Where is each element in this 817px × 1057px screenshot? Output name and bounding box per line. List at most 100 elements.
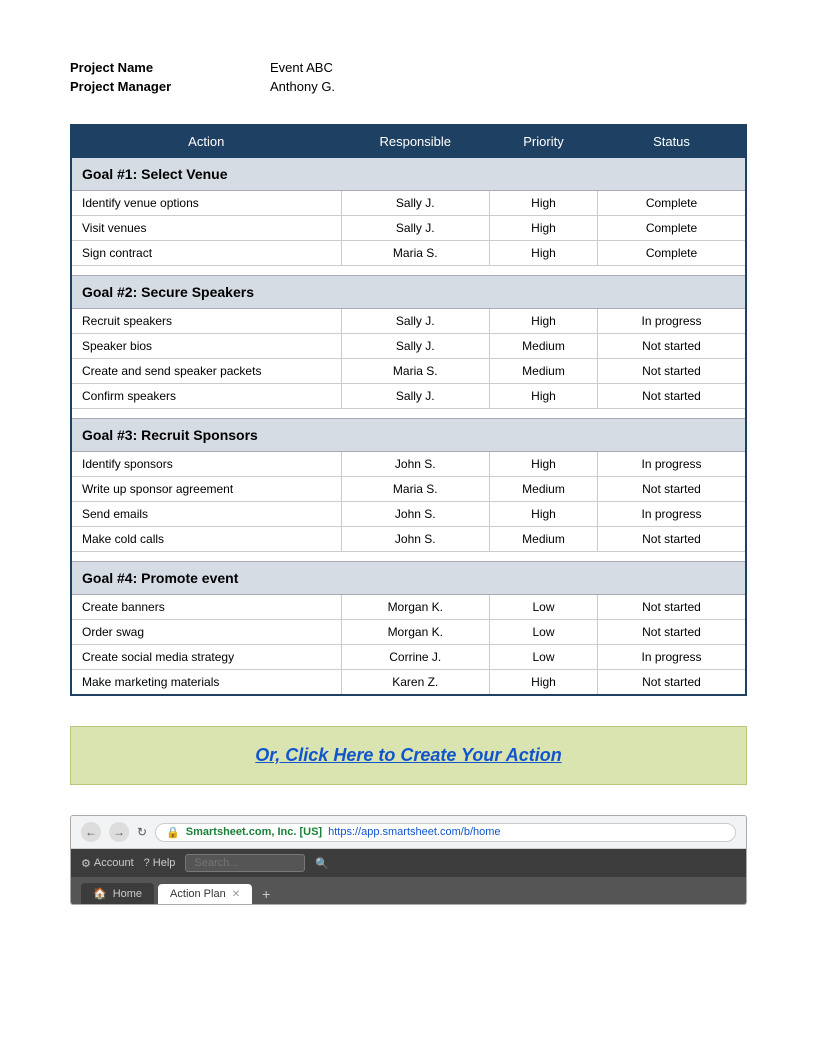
cell-status: In progress <box>598 452 747 477</box>
cell-responsible: Sally J. <box>341 191 490 216</box>
cell-responsible: Corrine J. <box>341 645 490 670</box>
cell-action: Create banners <box>71 595 341 620</box>
cell-action: Sign contract <box>71 241 341 266</box>
spacer-row <box>71 266 746 276</box>
spacer-row <box>71 552 746 562</box>
cell-priority: Medium <box>490 477 598 502</box>
cell-status: In progress <box>598 309 747 334</box>
table-row: Confirm speakersSally J.HighNot started <box>71 384 746 409</box>
cell-action: Visit venues <box>71 216 341 241</box>
table-row: Create and send speaker packetsMaria S.M… <box>71 359 746 384</box>
goal-row-4: Goal #4: Promote event <box>71 562 746 595</box>
cell-responsible: John S. <box>341 502 490 527</box>
cell-responsible: Morgan K. <box>341 620 490 645</box>
header-action: Action <box>71 125 341 158</box>
table-row: Identify venue optionsSally J.HighComple… <box>71 191 746 216</box>
cell-action: Create and send speaker packets <box>71 359 341 384</box>
toolbar-help[interactable]: ? Help <box>144 857 176 869</box>
page-container: Project Name Event ABC Project Manager A… <box>0 0 817 1057</box>
cell-action: Create social media strategy <box>71 645 341 670</box>
cell-responsible: John S. <box>341 452 490 477</box>
cell-responsible: Karen Z. <box>341 670 490 696</box>
click-here-link[interactable]: Or, Click Here to Create Your Action <box>255 745 561 765</box>
cell-status: In progress <box>598 502 747 527</box>
cell-priority: High <box>490 670 598 696</box>
cell-status: Complete <box>598 191 747 216</box>
cell-action: Make cold calls <box>71 527 341 552</box>
cell-priority: High <box>490 191 598 216</box>
tab-action-plan[interactable]: Action Plan ✕ <box>158 884 252 904</box>
cell-priority: High <box>490 452 598 477</box>
project-name-row: Project Name Event ABC <box>70 60 747 75</box>
click-here-section[interactable]: Or, Click Here to Create Your Action <box>70 726 747 785</box>
project-name-value: Event ABC <box>270 60 333 75</box>
cell-status: Not started <box>598 477 747 502</box>
address-bar: ← → ↻ 🔒 Smartsheet.com, Inc. [US] https:… <box>71 816 746 849</box>
cell-priority: High <box>490 241 598 266</box>
company-name: Smartsheet.com, Inc. [US] <box>186 826 322 838</box>
cell-priority: Medium <box>490 359 598 384</box>
url-bar[interactable]: 🔒 Smartsheet.com, Inc. [US] https://app.… <box>155 823 736 842</box>
cell-priority: High <box>490 309 598 334</box>
project-name-label: Project Name <box>70 60 270 75</box>
cell-action: Recruit speakers <box>71 309 341 334</box>
goal-title-1: Goal #1: Select Venue <box>71 158 746 191</box>
cell-status: Not started <box>598 595 747 620</box>
cell-priority: High <box>490 502 598 527</box>
cell-action: Write up sponsor agreement <box>71 477 341 502</box>
search-input[interactable] <box>185 854 305 872</box>
cell-responsible: John S. <box>341 527 490 552</box>
spacer-row <box>71 409 746 419</box>
cell-action: Send emails <box>71 502 341 527</box>
cell-action: Identify venue options <box>71 191 341 216</box>
cell-priority: High <box>490 384 598 409</box>
cell-status: Complete <box>598 216 747 241</box>
header-status: Status <box>598 125 747 158</box>
cell-responsible: Maria S. <box>341 241 490 266</box>
cell-action: Make marketing materials <box>71 670 341 696</box>
toolbar-account[interactable]: ⚙ Account <box>81 857 134 870</box>
browser-tabs: 🏠 Home Action Plan ✕ + <box>71 878 746 904</box>
search-icon[interactable]: 🔍 <box>315 857 329 870</box>
cell-priority: Low <box>490 645 598 670</box>
project-info: Project Name Event ABC Project Manager A… <box>70 60 747 94</box>
cell-action: Identify sponsors <box>71 452 341 477</box>
cell-status: Not started <box>598 527 747 552</box>
cell-priority: Low <box>490 595 598 620</box>
cell-status: Not started <box>598 384 747 409</box>
table-row: Create bannersMorgan K.LowNot started <box>71 595 746 620</box>
goal-title-2: Goal #2: Secure Speakers <box>71 276 746 309</box>
table-row: Recruit speakersSally J.HighIn progress <box>71 309 746 334</box>
cell-responsible: Sally J. <box>341 334 490 359</box>
forward-button[interactable]: → <box>109 822 129 842</box>
tab-home[interactable]: 🏠 Home <box>81 883 154 904</box>
table-row: Write up sponsor agreementMaria S.Medium… <box>71 477 746 502</box>
cell-status: Not started <box>598 359 747 384</box>
cell-responsible: Sally J. <box>341 309 490 334</box>
cell-responsible: Sally J. <box>341 384 490 409</box>
tab-action-plan-label: Action Plan <box>170 888 226 900</box>
cell-status: Not started <box>598 670 747 696</box>
tab-add-button[interactable]: + <box>256 884 276 904</box>
refresh-button[interactable]: ↻ <box>137 825 147 839</box>
tab-close-icon[interactable]: ✕ <box>232 889 240 900</box>
cell-responsible: Maria S. <box>341 477 490 502</box>
tab-home-label: Home <box>113 888 142 900</box>
table-row: Order swagMorgan K.LowNot started <box>71 620 746 645</box>
table-row: Speaker biosSally J.MediumNot started <box>71 334 746 359</box>
cell-responsible: Sally J. <box>341 216 490 241</box>
cell-responsible: Maria S. <box>341 359 490 384</box>
goal-title-3: Goal #3: Recruit Sponsors <box>71 419 746 452</box>
back-button[interactable]: ← <box>81 822 101 842</box>
lock-icon: 🔒 <box>166 826 180 839</box>
action-table: Action Responsible Priority Status Goal … <box>70 124 747 696</box>
cell-action: Confirm speakers <box>71 384 341 409</box>
table-row: Sign contractMaria S.HighComplete <box>71 241 746 266</box>
cell-responsible: Morgan K. <box>341 595 490 620</box>
browser-toolbar: ⚙ Account ? Help 🔍 <box>71 849 746 878</box>
project-manager-row: Project Manager Anthony G. <box>70 79 747 94</box>
browser-mockup: ← → ↻ 🔒 Smartsheet.com, Inc. [US] https:… <box>70 815 747 905</box>
cell-status: Not started <box>598 334 747 359</box>
table-row: Make marketing materialsKaren Z.HighNot … <box>71 670 746 696</box>
goal-title-4: Goal #4: Promote event <box>71 562 746 595</box>
